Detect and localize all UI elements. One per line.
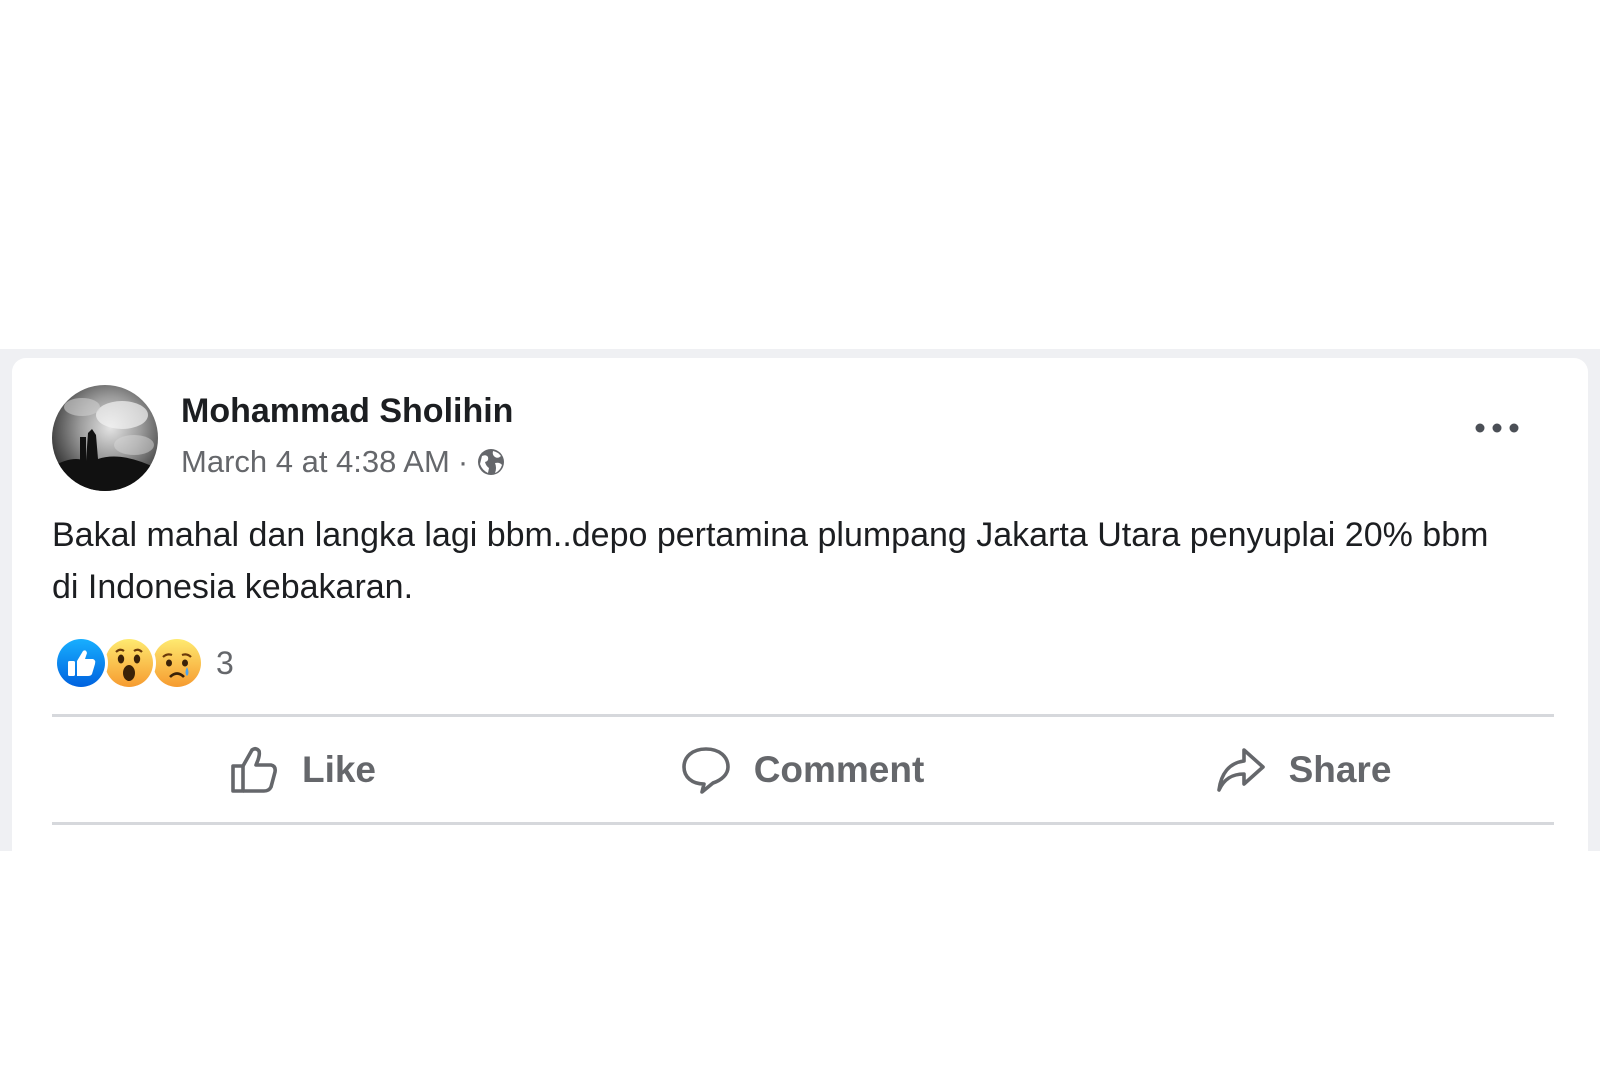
- post-text: Bakal mahal dan langka lagi bbm..depo pe…: [52, 516, 1489, 606]
- like-button-label: Like: [301, 749, 377, 790]
- comment-icon: [680, 744, 732, 796]
- author-name[interactable]: Mohammad Sholihin: [181, 392, 513, 431]
- post-card: Mohammad Sholihin March 4 at 4:38 AM · B…: [12, 358, 1588, 851]
- reaction-count[interactable]: 3: [216, 645, 234, 682]
- post-meta: March 4 at 4:38 AM ·: [181, 444, 506, 480]
- like-reaction-icon: [54, 636, 108, 690]
- thumbs-up-icon: [228, 744, 280, 796]
- share-button[interactable]: Share: [1052, 718, 1554, 822]
- comment-button-label: Comment: [753, 749, 925, 790]
- wow-reaction-icon: [102, 636, 156, 690]
- screenshot-canvas: Mohammad Sholihin March 4 at 4:38 AM · B…: [0, 0, 1600, 1067]
- reaction-icons: [54, 636, 208, 690]
- share-button-label: Share: [1288, 749, 1392, 790]
- post-timestamp[interactable]: March 4 at 4:38 AM: [181, 444, 450, 480]
- comment-button[interactable]: Comment: [552, 718, 1052, 822]
- reactions-summary[interactable]: 3: [54, 636, 234, 690]
- sad-reaction-icon: [150, 636, 204, 690]
- share-arrow-icon: [1215, 744, 1267, 796]
- author-avatar[interactable]: [52, 385, 158, 491]
- like-button[interactable]: Like: [52, 718, 552, 822]
- more-options-icon[interactable]: [1467, 410, 1527, 446]
- actions-divider-bottom: [52, 822, 1554, 825]
- post-action-bar: Like Comment Share: [52, 718, 1554, 822]
- actions-divider-top: [52, 714, 1554, 717]
- meta-separator: ·: [457, 444, 469, 479]
- globe-icon[interactable]: [476, 447, 506, 477]
